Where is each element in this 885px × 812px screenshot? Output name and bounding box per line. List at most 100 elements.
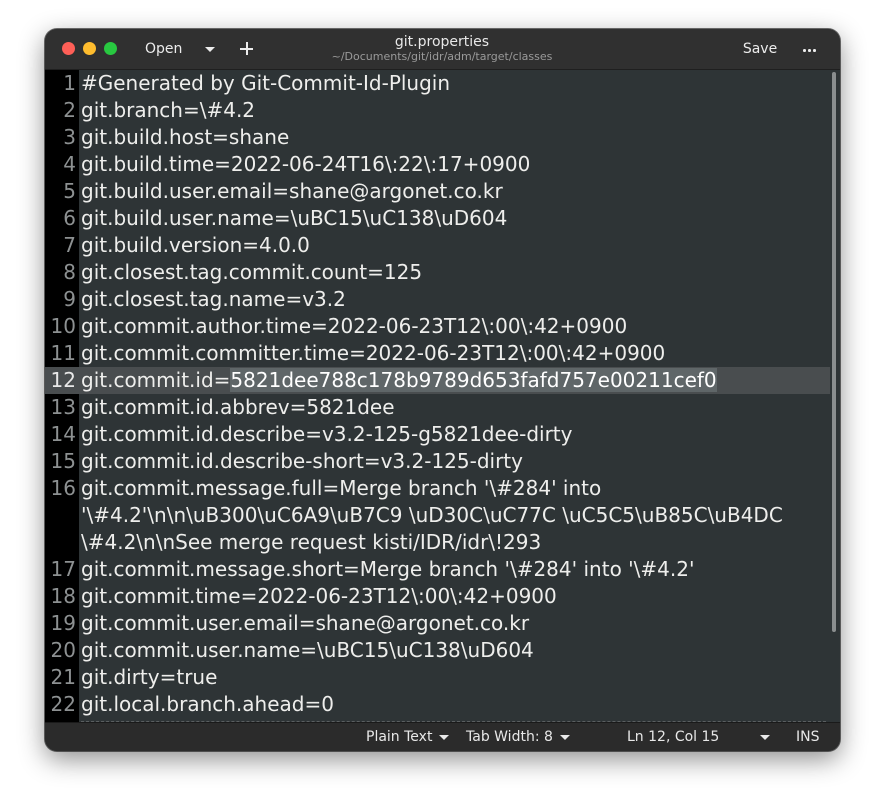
selected-text[interactable]: 5821dee788c178b9789d653fafd757e00211cef0: [230, 368, 717, 392]
line-text[interactable]: git.build.user.name=\uBC15\uC138\uD604: [81, 205, 507, 232]
code-line[interactable]: 3 git.build.host=shane: [45, 124, 840, 151]
code-line[interactable]: 22 git.local.branch.ahead=0: [45, 691, 840, 718]
line-text[interactable]: '\#4.2'\n\n\uB300\uC6A9\uB7C9 \uD30C\uC7…: [81, 502, 783, 529]
line-text-content: git.commit.id=: [81, 368, 231, 392]
line-text[interactable]: git.build.host=shane: [81, 124, 289, 151]
line-text[interactable]: git.build.time=2022-06-24T16\:22\:17+090…: [81, 151, 530, 178]
code-line[interactable]: 21 git.dirty=true: [45, 664, 840, 691]
cursor-position[interactable]: Ln 12, Col 15: [627, 729, 719, 745]
line-text[interactable]: git.commit.time=2022-06-23T12\:00\:42+09…: [81, 583, 557, 610]
line-number: 1: [63, 71, 76, 95]
line-number: 5: [63, 179, 76, 203]
code-line[interactable]: 8 git.closest.tag.commit.count=125: [45, 259, 840, 286]
line-text-content: git.commit.author.time=2022-06-23T12\:00…: [81, 314, 628, 338]
line-text[interactable]: git.commit.id.abbrev=5821dee: [81, 394, 395, 421]
line-text-content: git.commit.message.full=Merge branch '\#…: [81, 476, 602, 500]
code-line[interactable]: '\#4.2'\n\n\uB300\uC6A9\uB7C9 \uD30C\uC7…: [45, 502, 840, 529]
line-text[interactable]: git.commit.user.name=\uBC15\uC138\uD604: [81, 637, 534, 664]
open-button-label: Open: [145, 41, 183, 57]
line-text[interactable]: git.commit.author.time=2022-06-23T12\:00…: [81, 313, 627, 340]
line-text[interactable]: git.commit.message.short=Merge branch '\…: [81, 556, 694, 583]
line-text-content: git.closest.tag.commit.count=125: [81, 260, 423, 284]
chevron-down-icon: [760, 734, 770, 740]
line-text[interactable]: git.commit.id.describe=v3.2-125-g5821dee…: [81, 421, 572, 448]
line-text-content: git.commit.user.name=\uBC15\uC138\uD604: [81, 638, 534, 662]
tab-width-selector[interactable]: Tab Width: 8: [466, 729, 570, 745]
code-line[interactable]: 11 git.commit.committer.time=2022-06-23T1…: [45, 340, 840, 367]
line-number: 2: [63, 98, 76, 122]
line-number: 21: [50, 665, 76, 689]
line-text-content: git.commit.time=2022-06-23T12\:00\:42+09…: [81, 584, 557, 608]
code-line[interactable]: 14 git.commit.id.describe=v3.2-125-g5821d…: [45, 421, 840, 448]
line-text-content: git.closest.tag.name=v3.2: [81, 287, 346, 311]
code-line[interactable]: 19 git.commit.user.email=shane@argonet.co…: [45, 610, 840, 637]
line-text[interactable]: git.commit.message.full=Merge branch '\#…: [81, 475, 601, 502]
text-editor[interactable]: 1 #Generated by Git-Commit-Id-Plugin 2 git.…: [45, 70, 840, 723]
code-line[interactable]: 16 git.commit.message.full=Merge branch '…: [45, 475, 840, 502]
line-text[interactable]: \#4.2\n\nSee merge request kisti/IDR/idr…: [81, 529, 541, 556]
plus-icon[interactable]: [237, 37, 257, 61]
code-line[interactable]: 4 git.build.time=2022-06-24T16\:22\:17+09…: [45, 151, 840, 178]
line-number: 13: [50, 395, 76, 419]
line-text[interactable]: git.build.version=4.0.0: [81, 232, 310, 259]
close-window-button[interactable]: [62, 42, 75, 55]
code-line[interactable]: 17 git.commit.message.short=Merge branch …: [45, 556, 840, 583]
code-line[interactable]: 10 git.commit.author.time=2022-06-23T12\:…: [45, 313, 840, 340]
language-label: Plain Text: [366, 729, 433, 745]
save-button[interactable]: Save: [735, 37, 785, 61]
code-area[interactable]: 1 #Generated by Git-Commit-Id-Plugin 2 git.…: [45, 70, 840, 723]
line-text[interactable]: git.commit.committer.time=2022-06-23T12\…: [81, 340, 665, 367]
code-line[interactable]: 5 git.build.user.email=shane@argonet.co.k…: [45, 178, 840, 205]
line-text-content: git.commit.id.abbrev=5821dee: [81, 395, 395, 419]
line-text[interactable]: #Generated by Git-Commit-Id-Plugin: [81, 70, 450, 97]
line-text-content: git.dirty=true: [81, 665, 218, 689]
line-text-content: git.build.user.email=shane@argonet.co.kr: [81, 179, 503, 203]
language-selector[interactable]: Plain Text: [366, 729, 450, 745]
line-text[interactable]: git.local.branch.ahead=0: [81, 691, 334, 718]
insert-mode-indicator[interactable]: INS: [796, 729, 820, 745]
code-line[interactable]: 9 git.closest.tag.name=v3.2: [45, 286, 840, 313]
line-text-content: git.commit.user.email=shane@argonet.co.k…: [81, 611, 530, 635]
line-text[interactable]: git.branch=\#4.2: [81, 97, 255, 124]
chevron-down-icon: [439, 734, 450, 740]
line-text[interactable]: git.closest.tag.name=v3.2: [81, 286, 346, 313]
maximize-window-button[interactable]: [104, 42, 117, 55]
code-line[interactable]: \#4.2\n\nSee merge request kisti/IDR/idr…: [45, 529, 840, 556]
ellipsis-icon[interactable]: [799, 37, 819, 61]
line-number: 3: [63, 125, 76, 149]
code-line[interactable]: 6 git.build.user.name=\uBC15\uC138\uD604: [45, 205, 840, 232]
line-number: 11: [50, 341, 76, 365]
line-text[interactable]: git.commit.id.describe-short=v3.2-125-di…: [81, 448, 523, 475]
chevron-down-icon: [559, 734, 570, 740]
vertical-scrollbar[interactable]: [832, 72, 836, 632]
line-number: 10: [50, 314, 76, 338]
line-number: 8: [63, 260, 76, 284]
code-line[interactable]: 13 git.commit.id.abbrev=5821dee: [45, 394, 840, 421]
cursor-position-dropdown[interactable]: [753, 729, 770, 745]
code-line[interactable]: 7 git.build.version=4.0.0: [45, 232, 840, 259]
line-text-content: git.commit.message.short=Merge branch '\…: [81, 557, 695, 581]
code-line[interactable]: 1 #Generated by Git-Commit-Id-Plugin: [45, 70, 840, 97]
line-text-content: git.local.branch.ahead=0: [81, 692, 334, 716]
code-line[interactable]: 12 git.commit.id=5821dee788c178b9789d653f…: [45, 367, 830, 394]
chevron-down-icon[interactable]: [205, 47, 215, 52]
line-text[interactable]: git.closest.tag.commit.count=125: [81, 259, 422, 286]
window-subtitle-path: ~/Documents/git/idr/adm/target/classes: [331, 50, 553, 63]
window-title: git.properties: [394, 34, 490, 50]
line-number: 14: [50, 422, 76, 446]
line-text-content: \#4.2\n\nSee merge request kisti/IDR/idr…: [81, 530, 542, 554]
line-number: 20: [50, 638, 76, 662]
code-line[interactable]: 15 git.commit.id.describe-short=v3.2-125-…: [45, 448, 840, 475]
window-title-block: git.properties ~/Documents/git/idr/adm/t…: [265, 34, 619, 63]
line-text[interactable]: git.build.user.email=shane@argonet.co.kr: [81, 178, 503, 205]
line-text[interactable]: git.commit.user.email=shane@argonet.co.k…: [81, 610, 529, 637]
line-text[interactable]: git.dirty=true: [81, 664, 217, 691]
line-text[interactable]: git.commit.id=5821dee788c178b9789d653faf…: [81, 367, 717, 394]
code-line[interactable]: 2 git.branch=\#4.2: [45, 97, 840, 124]
code-line[interactable]: 20 git.commit.user.name=\uBC15\uC138\uD60…: [45, 637, 840, 664]
code-line[interactable]: 18 git.commit.time=2022-06-23T12\:00\:42+…: [45, 583, 840, 610]
line-number: 17: [50, 557, 76, 581]
line-text-content: git.build.time=2022-06-24T16\:22\:17+090…: [81, 152, 531, 176]
minimize-window-button[interactable]: [83, 42, 96, 55]
open-button[interactable]: Open: [133, 37, 221, 61]
